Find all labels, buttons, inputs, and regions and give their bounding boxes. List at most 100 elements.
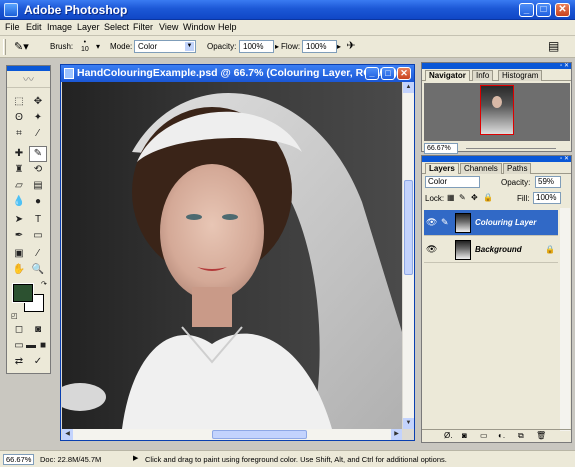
layer-mask-icon[interactable]: ◙	[462, 431, 467, 440]
navigator-zoom-slider[interactable]	[466, 148, 556, 149]
lock-image-icon[interactable]: ✎	[459, 193, 466, 202]
doc-close-button[interactable]: ✕	[397, 67, 411, 80]
dodge-tool-icon[interactable]: ●	[29, 194, 47, 210]
menu-image[interactable]: Image	[47, 22, 72, 32]
healing-brush-tool-icon[interactable]: ✚	[10, 146, 28, 162]
maximize-button[interactable]: □	[536, 3, 551, 17]
default-colors-icon[interactable]: ◰	[11, 312, 18, 320]
scroll-right-icon[interactable]: ▶	[391, 429, 402, 440]
doc-maximize-button[interactable]: □	[381, 67, 395, 80]
menu-file[interactable]: File	[5, 22, 20, 32]
scroll-left-icon[interactable]: ◀	[62, 429, 73, 440]
quick-mask-mode-icon[interactable]: ◙	[29, 322, 47, 338]
layer-opacity-field[interactable]: 59%	[535, 176, 561, 188]
standard-mode-icon[interactable]: ◻	[10, 322, 28, 338]
slice-tool-icon[interactable]: ⁄	[29, 126, 47, 142]
menu-window[interactable]: Window	[183, 22, 215, 32]
magic-wand-tool-icon[interactable]: ✦	[29, 110, 47, 126]
path-selection-tool-icon[interactable]: ➤	[10, 212, 28, 228]
notes-tool-icon[interactable]: ▣	[10, 246, 28, 262]
history-brush-tool-icon[interactable]: ⟲	[29, 162, 47, 178]
foreground-color-swatch[interactable]	[12, 283, 34, 303]
move-tool-icon[interactable]: ✥	[29, 94, 47, 110]
type-tool-icon[interactable]: T	[29, 212, 47, 228]
opacity-field[interactable]: 100%	[239, 40, 274, 53]
layers-scrollbar[interactable]	[560, 208, 570, 431]
gradient-tool-icon[interactable]: ▤	[29, 178, 47, 194]
menu-layer[interactable]: Layer	[77, 22, 100, 32]
tab-navigator[interactable]: Navigator	[425, 70, 470, 81]
menu-view[interactable]: View	[159, 22, 178, 32]
new-layer-icon[interactable]: ⧉	[518, 431, 524, 441]
menu-help[interactable]: Help	[218, 22, 237, 32]
clone-stamp-tool-icon[interactable]: ♜	[10, 162, 28, 178]
marquee-tool-icon[interactable]: ⬚	[10, 94, 28, 110]
blur-tool-icon[interactable]: 💧	[10, 194, 28, 210]
menu-filter[interactable]: Filter	[133, 22, 153, 32]
delete-layer-icon[interactable]: 🗑	[536, 431, 546, 440]
lasso-tool-icon[interactable]: ʘ	[10, 110, 28, 126]
feather-logo-icon[interactable]: 〰	[7, 71, 50, 88]
horizontal-scroll-thumb[interactable]	[212, 430, 307, 439]
navigator-preview[interactable]	[424, 83, 570, 141]
jump-to-imageready-icon[interactable]: ⇄	[10, 354, 28, 370]
lock-transparency-icon[interactable]: ▦	[447, 193, 455, 202]
close-button[interactable]: ✕	[555, 3, 570, 17]
screen-mode-full-icon[interactable]: ■	[34, 338, 52, 354]
layer-style-icon[interactable]: Ø.	[444, 431, 452, 440]
lock-all-icon[interactable]: 🔒	[483, 193, 493, 202]
vertical-scroll-thumb[interactable]	[404, 180, 413, 275]
pen-tool-icon[interactable]: ✒	[10, 228, 28, 244]
tab-channels[interactable]: Channels	[460, 163, 502, 174]
palette-controls-icon[interactable]: ▫ ✕	[560, 155, 569, 162]
brush-size-picker[interactable]: • 10	[81, 39, 89, 53]
image-canvas[interactable]	[62, 82, 402, 429]
canvas-vertical-scrollbar[interactable]: ▲ ▼	[403, 82, 414, 429]
menu-edit[interactable]: Edit	[26, 22, 42, 32]
eraser-tool-icon[interactable]: ▱	[10, 178, 28, 194]
swap-colors-icon[interactable]: ↷	[41, 280, 47, 288]
navigator-zoom-field[interactable]: 66.67%	[424, 143, 458, 154]
layers-palette: ▫ ✕ Layers Channels Paths Color Opacity:…	[421, 155, 572, 443]
scroll-up-icon[interactable]: ▲	[403, 82, 414, 93]
layer-row-background[interactable]: 👁 Background 🔒	[424, 237, 558, 263]
status-zoom-field[interactable]: 66.67%	[3, 454, 34, 465]
layer-row-colouring[interactable]: 👁 ✎ Colouring Layer	[424, 210, 558, 236]
flow-arrow-icon[interactable]: ▸	[337, 42, 341, 51]
mode-select[interactable]: Color ▼	[134, 40, 196, 53]
hand-tool-icon[interactable]: ✋	[10, 262, 28, 278]
visibility-eye-icon[interactable]: 👁	[426, 244, 438, 255]
brush-tool-icon[interactable]: ✎	[29, 146, 47, 162]
adjustment-layer-icon[interactable]: ◐.	[498, 431, 505, 440]
fill-field[interactable]: 100%	[533, 192, 561, 204]
brush-tool-preset-icon[interactable]: ✎▾	[14, 40, 29, 53]
scroll-down-icon[interactable]: ▼	[403, 418, 414, 429]
brush-picker-arrow-icon[interactable]: ▾	[96, 42, 100, 51]
layer-blend-mode-select[interactable]: Color	[425, 176, 480, 188]
minimize-button[interactable]: _	[519, 3, 534, 17]
tab-layers[interactable]: Layers	[425, 163, 459, 174]
lock-position-icon[interactable]: ✥	[471, 193, 478, 202]
visibility-eye-icon[interactable]: 👁	[426, 217, 438, 228]
document-title-bar[interactable]: HandColouringExample.psd @ 66.7% (Colour…	[61, 65, 414, 82]
opacity-arrow-icon[interactable]: ▸	[275, 42, 279, 51]
tab-histogram[interactable]: Histogram	[498, 70, 543, 81]
tab-paths[interactable]: Paths	[503, 163, 532, 174]
flow-field[interactable]: 100%	[302, 40, 337, 53]
layer-set-icon[interactable]: ▭	[480, 431, 488, 440]
options-grip[interactable]	[3, 39, 6, 55]
palette-well-icon[interactable]: ▤	[548, 39, 564, 55]
doc-minimize-button[interactable]: _	[365, 67, 379, 80]
edit-in-imageready-icon[interactable]: ✓	[29, 354, 47, 370]
menu-bar: File Edit Image Layer Select Filter View…	[0, 20, 575, 36]
palette-controls-icon[interactable]: ▫ ✕	[560, 62, 569, 69]
shape-tool-icon[interactable]: ▭	[29, 228, 47, 244]
menu-select[interactable]: Select	[104, 22, 129, 32]
status-menu-arrow-icon[interactable]: ▶	[133, 454, 138, 462]
crop-tool-icon[interactable]: ⌗	[10, 126, 28, 142]
eyedropper-tool-icon[interactable]: ⁄	[29, 246, 47, 262]
airbrush-icon[interactable]: ✈	[342, 39, 360, 55]
zoom-tool-icon[interactable]: 🔍	[29, 262, 47, 278]
canvas-horizontal-scrollbar[interactable]: ◀ ▶	[62, 429, 402, 440]
tab-info[interactable]: Info	[472, 70, 494, 81]
